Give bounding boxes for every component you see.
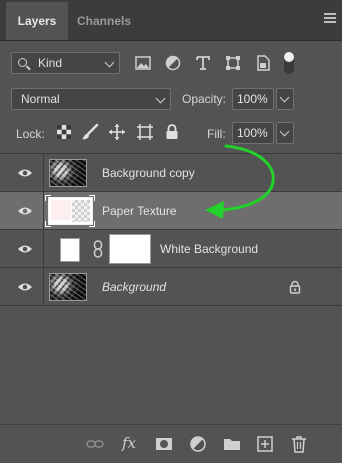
layer-mask-thumbnail[interactable] <box>109 234 151 264</box>
layer-row-background[interactable]: Background <box>0 268 342 306</box>
fill-dropdown[interactable] <box>276 122 294 144</box>
chevron-down-icon <box>155 93 166 104</box>
smart-object-corner <box>45 221 51 227</box>
eye-icon[interactable] <box>17 206 33 216</box>
adjustment-layer-icon[interactable] <box>189 435 207 453</box>
eye-icon[interactable] <box>17 168 33 178</box>
layer-name[interactable]: Paper Texture <box>102 204 177 218</box>
layer-row-background-copy[interactable]: Background copy <box>0 154 342 192</box>
tab-bar: Layers Channels <box>0 0 342 41</box>
visibility-divider <box>43 230 44 267</box>
new-layer-icon[interactable] <box>256 435 274 453</box>
link-layers-icon[interactable] <box>86 435 104 453</box>
opacity-field[interactable]: 100% <box>232 88 274 110</box>
shape-filter-icon[interactable] <box>224 54 242 72</box>
eye-icon[interactable] <box>17 282 33 292</box>
panel-menu-icon[interactable] <box>324 13 336 27</box>
smart-object-corner <box>45 195 51 201</box>
visibility-divider <box>43 192 44 229</box>
search-icon <box>18 58 27 67</box>
layer-thumbnail[interactable] <box>49 159 87 187</box>
bottom-toolbar: fx <box>0 424 342 463</box>
layers-list: Background copy Paper Texture White Back… <box>0 153 342 306</box>
eye-icon[interactable] <box>17 244 33 254</box>
lock-transparent-icon[interactable] <box>55 123 73 141</box>
type-filter-icon[interactable] <box>194 54 212 72</box>
blend-mode-select[interactable]: Normal <box>11 88 171 110</box>
layer-name[interactable]: White Background <box>160 242 258 256</box>
chevron-down-icon <box>104 57 115 68</box>
layer-row-white-background[interactable]: White Background <box>0 230 342 268</box>
kind-filter-select[interactable]: Kind <box>11 52 120 74</box>
smart-object-filter-icon[interactable] <box>254 54 272 72</box>
layers-panel: Layers Channels Kind Normal Opacity: 100… <box>0 0 342 463</box>
visibility-divider <box>43 268 44 305</box>
layer-thumbnail[interactable] <box>49 273 87 301</box>
lock-icon[interactable] <box>288 280 302 294</box>
chain-link-icon[interactable] <box>91 240 105 258</box>
layer-row-paper-texture[interactable]: Paper Texture <box>0 192 342 230</box>
layer-thumbnail[interactable] <box>48 197 93 225</box>
chevron-down-icon <box>279 126 290 137</box>
tab-channels[interactable]: Channels <box>68 2 140 40</box>
tab-layers[interactable]: Layers <box>6 2 68 40</box>
fill-label: Fill: <box>207 127 226 141</box>
smart-object-corner <box>89 221 95 227</box>
lock-image-pixels-icon[interactable] <box>81 123 99 141</box>
layer-name[interactable]: Background copy <box>102 166 195 180</box>
kind-filter-label: Kind <box>38 56 63 70</box>
lock-artboard-icon[interactable] <box>136 123 154 141</box>
chevron-down-icon <box>279 92 290 103</box>
blend-mode-value: Normal <box>21 92 60 106</box>
filter-toggle-icon[interactable] <box>282 51 296 75</box>
add-mask-icon[interactable] <box>155 435 173 453</box>
lock-label: Lock: <box>16 127 45 141</box>
fill-layer-thumbnail[interactable] <box>60 238 80 262</box>
opacity-label: Opacity: <box>182 92 227 106</box>
layer-name[interactable]: Background <box>102 280 166 294</box>
visibility-divider <box>43 154 44 191</box>
trash-icon[interactable] <box>290 435 308 453</box>
group-folder-icon[interactable] <box>223 435 241 453</box>
fill-field[interactable]: 100% <box>232 122 274 144</box>
adjustment-filter-icon[interactable] <box>164 54 182 72</box>
opacity-dropdown[interactable] <box>276 88 294 110</box>
lock-position-icon[interactable] <box>108 123 126 141</box>
fx-icon[interactable]: fx <box>122 434 136 452</box>
image-filter-icon[interactable] <box>134 54 152 72</box>
smart-object-corner <box>89 195 95 201</box>
lock-all-icon[interactable] <box>163 123 181 141</box>
